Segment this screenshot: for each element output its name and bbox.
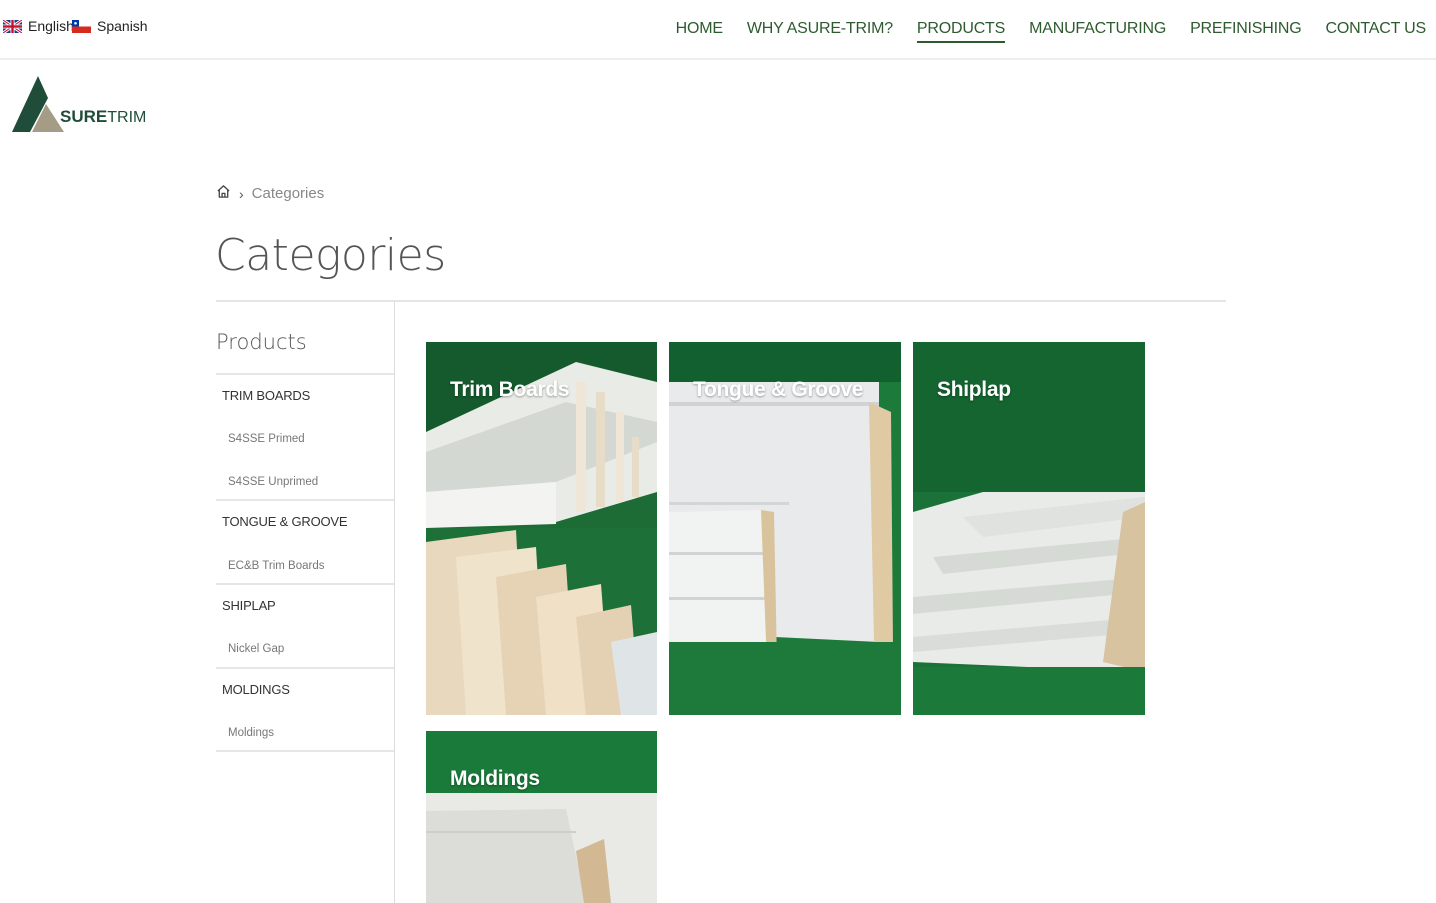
logo-wordmark: SURETRIM xyxy=(60,107,147,126)
nav-why-asure-trim[interactable]: WHY ASURE-TRIM? xyxy=(747,0,893,58)
sidebar-subitem-ecb-trim-boards[interactable]: EC&B Trim Boards xyxy=(228,560,325,572)
nav-prefinishing[interactable]: PREFINISHING xyxy=(1190,0,1302,58)
nav-contact-us[interactable]: CONTACT US xyxy=(1325,0,1426,58)
sidebar-item-tongue-groove[interactable]: TONGUE & GROOVE xyxy=(222,514,348,529)
divider xyxy=(216,583,394,585)
sidebar-subitem-s4sse-unprimed[interactable]: S4SSE Unprimed xyxy=(228,476,318,488)
page-title: Categories xyxy=(215,230,446,281)
card-title: Shiplap xyxy=(937,378,1011,401)
category-card-shiplap[interactable]: Shiplap xyxy=(913,342,1145,715)
sidebar-subitem-nickel-gap[interactable]: Nickel Gap xyxy=(228,643,284,655)
moldings-image xyxy=(426,731,657,903)
top-bar: English Spanish HOME WHY ASURE-TRIM? PRO… xyxy=(0,0,1436,60)
sidebar-item-moldings[interactable]: MOLDINGS xyxy=(222,682,290,697)
uk-flag-icon xyxy=(3,19,22,33)
breadcrumb: › Categories xyxy=(216,184,324,203)
sidebar-subitem-s4sse-primed[interactable]: S4SSE Primed xyxy=(228,433,305,445)
divider xyxy=(216,750,394,752)
site-logo[interactable]: SURETRIM xyxy=(12,76,146,134)
breadcrumb-current: Categories xyxy=(251,185,325,202)
card-title: Tongue & Groove xyxy=(693,378,864,401)
home-icon[interactable] xyxy=(216,184,231,203)
card-title: Trim Boards xyxy=(450,378,570,401)
divider xyxy=(216,667,394,669)
sidebar-item-trim-boards[interactable]: TRIM BOARDS xyxy=(222,388,310,403)
sidebar-item-shiplap[interactable]: SHIPLAP xyxy=(222,598,276,613)
sidebar-heading: Products xyxy=(216,330,307,354)
card-title: Moldings xyxy=(450,767,540,790)
language-english-label: English xyxy=(28,18,74,34)
category-card-tongue-groove[interactable]: Tongue & Groove xyxy=(669,342,901,715)
category-card-trim-boards[interactable]: Trim Boards xyxy=(426,342,657,715)
nav-home[interactable]: HOME xyxy=(676,0,723,58)
divider xyxy=(216,373,394,375)
main-nav: HOME WHY ASURE-TRIM? PRODUCTS MANUFACTUR… xyxy=(652,0,1426,58)
language-spanish-label: Spanish xyxy=(97,18,148,34)
language-spanish[interactable]: Spanish xyxy=(72,18,148,34)
nav-manufacturing[interactable]: MANUFACTURING xyxy=(1029,0,1166,58)
sidebar-subitem-moldings[interactable]: Moldings xyxy=(228,727,274,739)
nav-products[interactable]: PRODUCTS xyxy=(916,0,1005,58)
category-card-moldings[interactable]: Moldings xyxy=(426,731,657,903)
divider xyxy=(216,499,394,501)
language-english[interactable]: English xyxy=(3,18,74,34)
product-sidebar: Products TRIM BOARDS S4SSE Primed S4SSE … xyxy=(216,302,395,903)
chevron-right-icon: › xyxy=(239,185,244,202)
chile-flag-icon xyxy=(72,19,91,33)
